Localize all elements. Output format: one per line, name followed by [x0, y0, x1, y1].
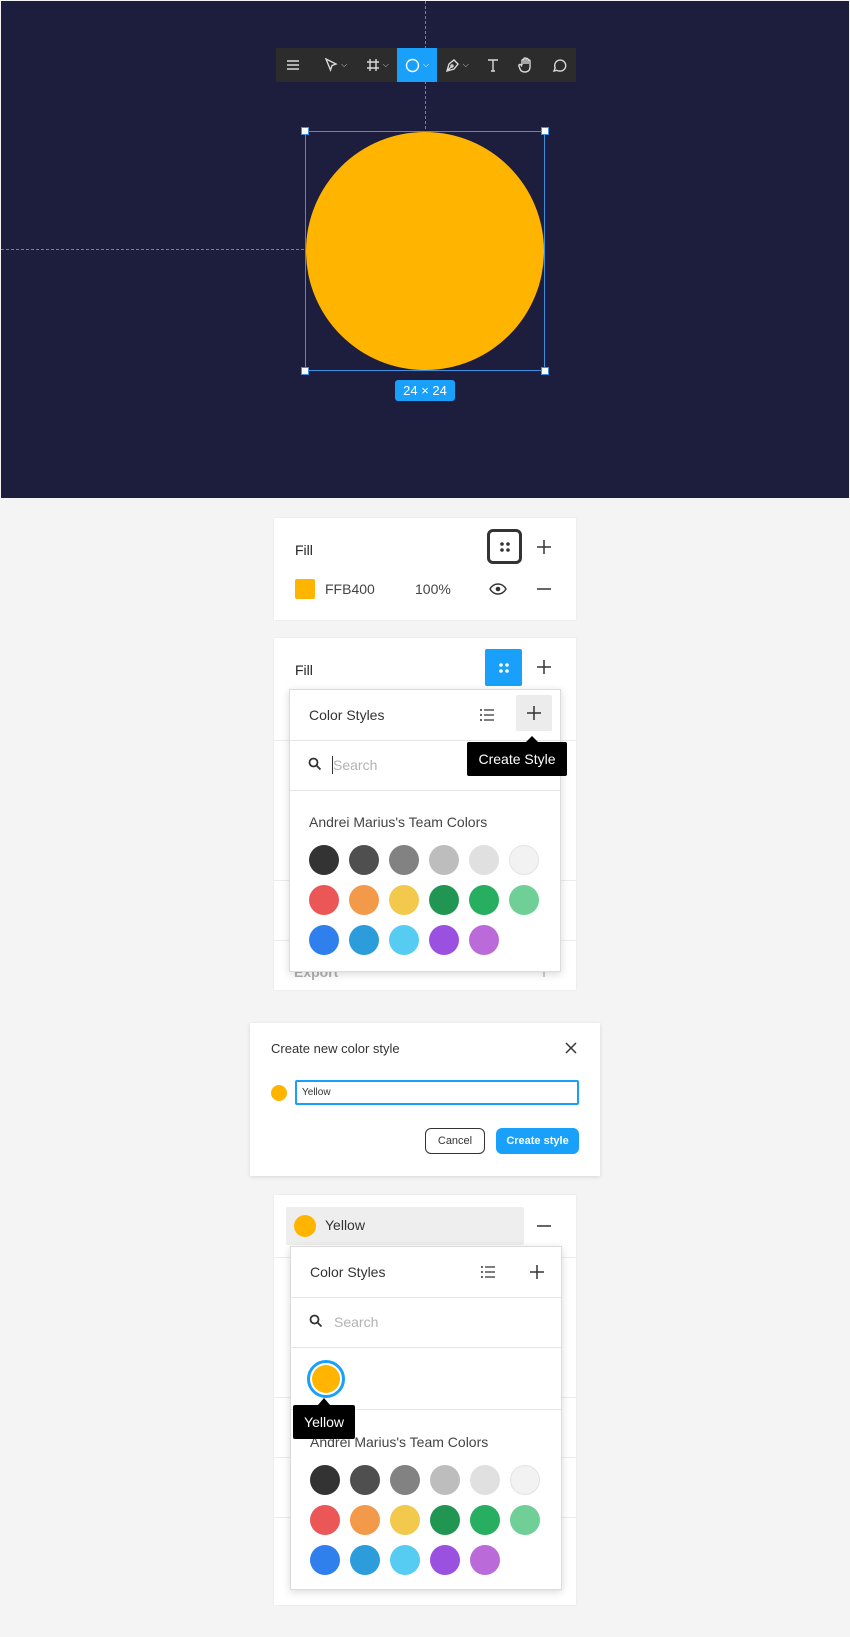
plus-icon — [530, 1265, 544, 1279]
list-view-icon[interactable] — [476, 1260, 500, 1284]
eye-icon[interactable] — [486, 577, 510, 601]
fill-color-swatch[interactable] — [295, 579, 315, 599]
search-input[interactable]: Search — [334, 1314, 378, 1330]
resize-handle-bottom-right[interactable] — [541, 367, 549, 375]
fill-hex-value[interactable]: FFB400 — [325, 581, 375, 597]
color-swatch[interactable] — [310, 1465, 340, 1495]
fill-label: Fill — [295, 662, 313, 678]
close-icon[interactable] — [563, 1040, 579, 1056]
list-view-icon[interactable] — [475, 703, 499, 727]
dialog-title: Create new color style — [271, 1041, 400, 1056]
color-swatch[interactable] — [350, 1545, 380, 1575]
dimension-label: 24 × 24 — [395, 380, 455, 401]
create-style-tooltip: Create Style — [467, 742, 567, 776]
fill-opacity-value[interactable]: 100% — [415, 581, 451, 597]
applied-style-row[interactable] — [286, 1207, 524, 1245]
toolbar: ⌵ ⌵ ⌵ ⌵ — [276, 48, 576, 82]
text-tool-icon[interactable] — [477, 48, 509, 82]
color-swatch[interactable] — [430, 1545, 460, 1575]
search-icon — [308, 757, 322, 776]
popup-title: Color Styles — [310, 1264, 386, 1280]
color-swatch[interactable] — [470, 1505, 500, 1535]
move-tool-icon[interactable]: ⌵ — [314, 48, 358, 82]
color-swatch[interactable] — [390, 1505, 420, 1535]
resize-handle-top-right[interactable] — [541, 127, 549, 135]
color-swatch[interactable] — [309, 885, 339, 915]
popup-divider — [290, 740, 560, 741]
color-swatch[interactable] — [310, 1545, 340, 1575]
color-swatch[interactable] — [349, 845, 379, 875]
applied-style-dot — [294, 1215, 316, 1237]
color-swatch[interactable] — [309, 925, 339, 955]
color-swatch[interactable] — [510, 1465, 540, 1495]
search-input[interactable]: Search — [333, 757, 377, 773]
color-swatch[interactable] — [429, 925, 459, 955]
color-swatch[interactable] — [390, 1465, 420, 1495]
hand-tool-icon[interactable] — [508, 48, 542, 82]
color-swatch[interactable] — [310, 1505, 340, 1535]
style-grid-icon — [499, 541, 510, 552]
yellow-circle-shape[interactable] — [306, 132, 544, 370]
create-style-submit-button[interactable]: Create style — [496, 1128, 579, 1154]
resize-handle-bottom-left[interactable] — [301, 367, 309, 375]
pen-tool-icon[interactable]: ⌵ — [437, 48, 477, 82]
popup-divider — [291, 1347, 561, 1348]
remove-fill-icon[interactable] — [532, 577, 556, 601]
resize-handle-top-left[interactable] — [301, 127, 309, 135]
team-colors-title: Andrei Marius's Team Colors — [309, 814, 488, 830]
color-swatch[interactable] — [430, 1465, 460, 1495]
menu-icon[interactable] — [276, 48, 310, 82]
detach-style-icon[interactable] — [532, 1214, 556, 1238]
color-swatch[interactable] — [430, 1505, 460, 1535]
add-fill-icon[interactable] — [532, 655, 556, 679]
color-swatch[interactable] — [469, 885, 499, 915]
color-swatch[interactable] — [349, 925, 379, 955]
style-grid-button-active[interactable] — [485, 649, 522, 686]
popup-title: Color Styles — [309, 707, 385, 723]
create-style-button[interactable] — [525, 1260, 549, 1284]
popup-divider — [291, 1297, 561, 1298]
color-swatch[interactable] — [510, 1505, 540, 1535]
color-swatch[interactable] — [389, 885, 419, 915]
color-swatch[interactable] — [470, 1465, 500, 1495]
fill-label: Fill — [295, 542, 313, 558]
color-swatch[interactable] — [429, 885, 459, 915]
color-swatch[interactable] — [349, 885, 379, 915]
local-style-swatch-selected[interactable] — [307, 1360, 345, 1398]
color-swatch[interactable] — [509, 885, 539, 915]
color-swatch[interactable] — [469, 845, 499, 875]
fill-panel: Fill FFB400 100% — [274, 518, 576, 620]
yellow-swatch-fill — [312, 1365, 340, 1393]
style-color-dot — [271, 1085, 287, 1101]
color-swatch[interactable] — [309, 845, 339, 875]
tooltip-arrow — [318, 1398, 330, 1405]
comment-tool-icon[interactable] — [542, 48, 576, 82]
design-canvas[interactable]: ⌵ ⌵ ⌵ ⌵ 24 × 24 — [1, 1, 849, 498]
create-style-button[interactable] — [516, 695, 552, 731]
search-icon — [309, 1314, 323, 1333]
color-swatch[interactable] — [389, 925, 419, 955]
color-swatch[interactable] — [429, 845, 459, 875]
style-name-input[interactable]: Yellow — [295, 1080, 579, 1105]
add-fill-icon[interactable] — [532, 535, 556, 559]
horizontal-guide-line — [1, 249, 304, 250]
yellow-style-tooltip: Yellow — [293, 1405, 355, 1439]
style-grid-button[interactable] — [487, 529, 522, 564]
color-swatch[interactable] — [390, 1545, 420, 1575]
applied-style-name: Yellow — [325, 1217, 365, 1233]
color-swatch[interactable] — [469, 925, 499, 955]
cancel-button[interactable]: Cancel — [425, 1128, 485, 1154]
color-swatch[interactable] — [509, 845, 539, 875]
ellipse-tool-icon[interactable]: ⌵ — [397, 48, 437, 82]
color-swatch[interactable] — [350, 1465, 380, 1495]
color-swatch[interactable] — [389, 845, 419, 875]
create-style-dialog: Create new color style Yellow Cancel Cre… — [250, 1023, 600, 1176]
style-grid-icon — [498, 662, 509, 673]
color-styles-popup: Color Styles Search Andrei Marius's Team… — [289, 689, 561, 972]
popup-divider — [290, 790, 560, 791]
color-swatch[interactable] — [350, 1505, 380, 1535]
frame-tool-icon[interactable]: ⌵ — [357, 48, 397, 82]
color-swatch[interactable] — [470, 1545, 500, 1575]
plus-icon — [527, 706, 541, 720]
